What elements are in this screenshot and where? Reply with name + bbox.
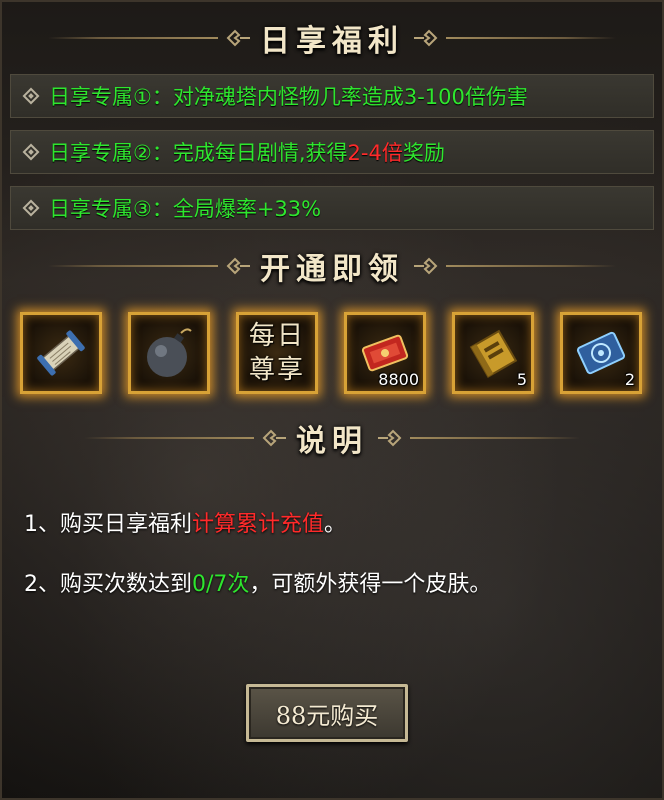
note-line-2: 2、购买次数达到0/7次，可额外获得一个皮肤。 [24, 566, 491, 598]
reward-count: 5 [516, 370, 527, 389]
title-divider-right [446, 37, 616, 39]
title-divider-right [410, 437, 580, 439]
benefit-text: 全局爆率+33% [172, 197, 322, 221]
benefit-prefix: 日享专属②： [49, 141, 173, 165]
note-text: 。 [324, 512, 347, 537]
benefits-title: 日享福利 [260, 24, 404, 59]
benefit-prefix: 日享专属③： [49, 197, 173, 221]
note-line-1: 1、购买日享福利计算累计充值。 [24, 506, 346, 538]
benefit-highlight: 2-4倍 [347, 141, 403, 165]
benefit-row-1: 日享专属①：对净魂塔内怪物几率造成3-100倍伤害 [10, 74, 654, 118]
diamond-bullet-icon [22, 199, 40, 217]
benefit-text: 完成每日剧情,获得 [172, 141, 348, 165]
diamond-bullet-icon [22, 143, 40, 161]
title-divider-left [84, 437, 254, 439]
buy-button[interactable]: 88元购买 [246, 684, 408, 742]
note-text: 2、购买次数达到 [24, 572, 192, 597]
title-divider-left [48, 37, 218, 39]
benefit-row-3: 日享专属③：全局爆率+33% [10, 186, 654, 230]
swirl-ornament-icon [412, 29, 438, 47]
reward-item-bomb[interactable] [128, 312, 210, 394]
note-text: 1、购买日享福利 [24, 512, 192, 537]
reward-count: 8800 [378, 370, 419, 389]
benefit-text: 对净魂塔内怪物几率造成3-100倍伤害 [172, 85, 528, 109]
note-highlight: 计算累计充值 [192, 512, 325, 537]
benefit-prefix: 日享专属①： [49, 85, 173, 109]
notes-section-title: 说明 [0, 416, 664, 460]
swirl-ornament-icon [262, 429, 288, 447]
note-text: ，可额外获得一个皮肤。 [249, 572, 492, 597]
gold-book-icon [469, 329, 518, 378]
notes-title: 说明 [296, 424, 368, 459]
benefit-row-2: 日享专属②：完成每日剧情,获得2-4倍奖励 [10, 130, 654, 174]
scroll-icon [37, 330, 85, 376]
swirl-ornament-icon [412, 257, 438, 275]
benefit-text-after: 奖励 [402, 141, 445, 165]
purchase-progress: 0/7次 [192, 572, 250, 597]
swirl-ornament-icon [226, 257, 252, 275]
reward-item-gold-book[interactable]: 5 [452, 312, 534, 394]
reward-count: 2 [624, 370, 635, 389]
rewards-title: 开通即领 [260, 252, 404, 287]
reward-item-red-ticket[interactable]: 8800 [344, 312, 426, 394]
daily-badge-icon: 每日 尊享 [248, 321, 305, 385]
swirl-ornament-icon [226, 29, 252, 47]
blue-rune-scroll-icon [576, 331, 626, 375]
swirl-ornament-icon [376, 429, 402, 447]
benefits-section-title: 日享福利 [0, 16, 664, 60]
title-divider-left [48, 265, 218, 267]
reward-items: 每日 尊享 8800 5 2 [0, 308, 664, 400]
reward-item-scroll[interactable] [20, 312, 102, 394]
diamond-bullet-icon [22, 87, 40, 105]
rewards-section-title: 开通即领 [0, 244, 664, 288]
panel-frame [0, 0, 664, 800]
title-divider-right [446, 265, 616, 267]
bomb-icon [147, 328, 192, 377]
reward-item-daily-badge[interactable]: 每日 尊享 [236, 312, 318, 394]
reward-item-blue-rune-scroll[interactable]: 2 [560, 312, 642, 394]
